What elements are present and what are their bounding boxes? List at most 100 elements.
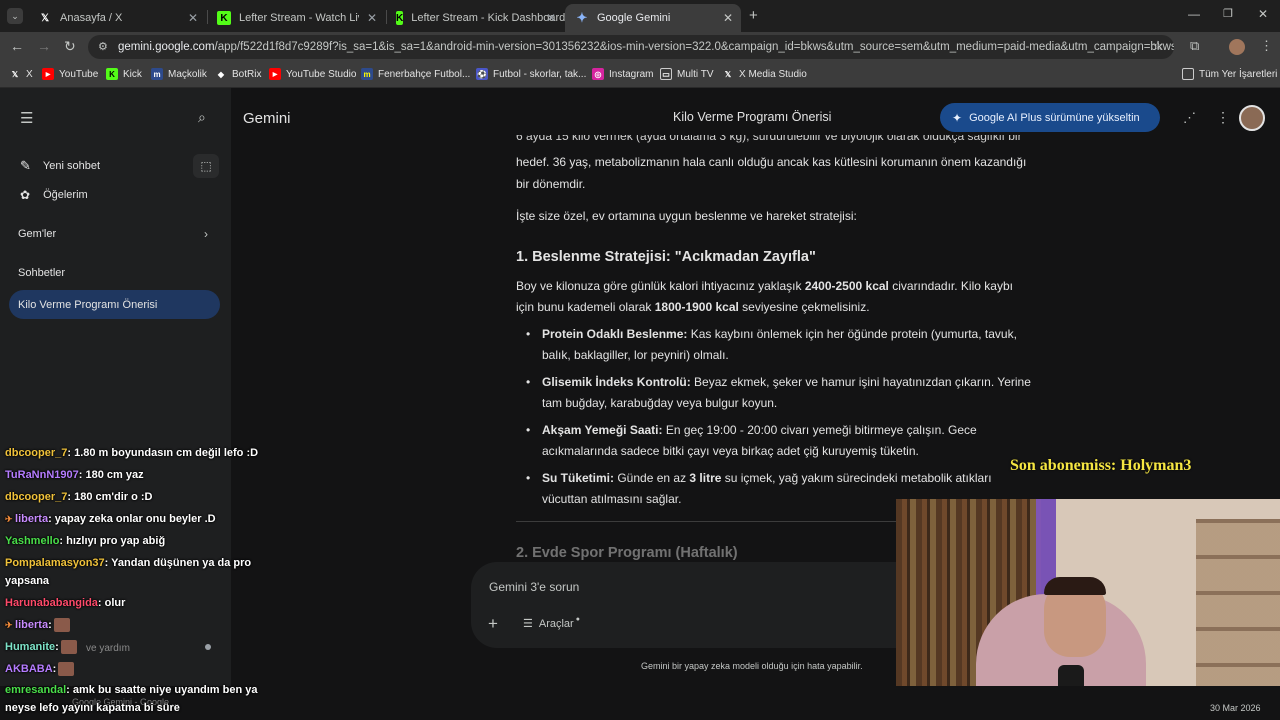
tab-kick-live[interactable]: K Lefter Stream - Watch Live on K ✕	[207, 4, 385, 32]
tv-icon: ▭	[660, 68, 672, 80]
bookmark-x-media-studio[interactable]: 𝕏X Media Studio	[722, 68, 807, 80]
more-options-icon[interactable]: ⋮	[1216, 109, 1230, 126]
back-icon[interactable]: ←	[10, 38, 24, 54]
botrix-icon: ◆	[217, 69, 225, 79]
search-icon[interactable]: ⌕	[198, 109, 206, 126]
reload-icon[interactable]: ↻	[64, 38, 76, 55]
strategy-intro: İşte size özel, ev ortamına uygun beslen…	[516, 209, 857, 223]
kick-logo-icon: K	[217, 11, 231, 25]
new-tab-icon[interactable]: +	[749, 7, 758, 24]
share-icon[interactable]: ⋰	[1183, 110, 1196, 126]
fb-icon: m	[361, 68, 373, 80]
bookmark-instagram[interactable]: ◎ Instagram	[592, 68, 653, 80]
flashscore-icon: ⚽	[476, 68, 488, 80]
browser-tab-strip: ⌄ 𝕏 Anasayfa / X ✕ K Lefter Stream - Wat…	[0, 0, 1280, 32]
chat-message: neyse lefo yayını kapatma bi süre	[5, 702, 180, 714]
badge-icon: ✈	[5, 514, 16, 524]
page-title: Kilo Verme Programı Önerisi	[673, 110, 832, 124]
tune-icon: ☰	[523, 618, 533, 630]
browser-menu-icon[interactable]: ⋮	[1260, 38, 1273, 54]
restore-icon[interactable]: ❐	[1223, 7, 1233, 20]
address-bar[interactable]: ⚙ gemini.google.com/app/f522d1f8d7c9289f…	[88, 35, 1174, 59]
bookmark-botrix[interactable]: ◆ BotRix	[215, 68, 262, 80]
edit-icon: ✎	[20, 158, 31, 173]
tools-button[interactable]: ☰ Araçlar ●	[523, 616, 580, 630]
kick-logo-icon: K	[106, 68, 118, 80]
gemini-logo-icon: ✦	[576, 10, 588, 25]
badge-icon: ✈	[5, 619, 16, 630]
browser-toolbar: ← → ↻ ⚙ gemini.google.com/app/f522d1f8d7…	[0, 32, 1280, 62]
prompt-input[interactable]: Gemini 3'e sorun	[489, 580, 579, 594]
bookmark-star-icon[interactable]: ☆	[1152, 38, 1164, 54]
tab-label: Lefter Stream - Kick Dashboard	[411, 12, 566, 24]
folder-icon	[1182, 68, 1194, 80]
tab-list-dropdown-icon[interactable]: ⌄	[7, 8, 23, 24]
chat-message: emresandal: amk bu saatte niye uyandım b…	[5, 684, 258, 696]
sparkle-icon: ✦	[952, 110, 963, 125]
subscriber-banner: Son abonemiss: Holyman3	[1010, 457, 1192, 474]
user-avatar[interactable]	[1239, 105, 1265, 131]
close-tab-icon[interactable]: ✕	[546, 11, 556, 25]
taskbar-date: 30 Mar 2026	[1210, 703, 1261, 713]
add-attachment-icon[interactable]: +	[488, 614, 498, 634]
window-close-icon[interactable]: ✕	[1258, 7, 1268, 21]
intro-line-2: hedef. 36 yaş, metabolizmanın hala canlı…	[516, 155, 1027, 169]
tab-label: Lefter Stream - Watch Live on K	[239, 12, 359, 24]
minimize-icon[interactable]: —	[1188, 7, 1200, 21]
emote-icon	[60, 640, 77, 654]
bookmark-youtube[interactable]: ▶ YouTube	[42, 68, 98, 80]
profile-avatar[interactable]	[1229, 39, 1245, 55]
items-icon: ✿	[20, 188, 31, 202]
sidebar-item-active-chat[interactable]: Kilo Verme Programı Önerisi	[9, 290, 220, 319]
app-name: Gemini	[243, 110, 291, 127]
close-tab-icon[interactable]: ✕	[188, 11, 198, 25]
chat-message: ✈ liberta: yapay zeka onlar onu beyler .…	[5, 513, 216, 525]
chat-message: dbcooper_7: 180 cm'dir o :D	[5, 491, 153, 503]
chat-message: TuRaNnN1907: 180 cm yaz	[5, 469, 144, 481]
bookmark-fenerbahce[interactable]: m Fenerbahçe Futbol...	[361, 68, 470, 80]
close-tab-icon[interactable]: ✕	[723, 11, 733, 25]
new-chat-button[interactable]: ✎ Yeni sohbet	[20, 158, 100, 174]
streamer-hair	[1044, 577, 1106, 595]
chats-heading: Sohbetler	[18, 267, 66, 279]
section-1-heading: 1. Beslenme Stratejisi: "Acıkmadan Zayıf…	[516, 249, 816, 265]
chat-message: Humanite:	[5, 640, 77, 654]
chat-message: Yashmello: hızlıyı pro yap abiğ	[5, 535, 166, 547]
x-logo-icon: 𝕏	[724, 69, 732, 79]
x-logo-icon: 𝕏	[11, 69, 19, 79]
gems-section[interactable]: Gem'ler	[18, 228, 56, 240]
site-settings-icon[interactable]: ⚙	[98, 40, 108, 53]
menu-icon[interactable]: ☰	[20, 109, 33, 127]
instagram-icon: ◎	[592, 68, 604, 80]
extensions-icon[interactable]: ⧉	[1190, 38, 1199, 54]
tab-x-home[interactable]: 𝕏 Anasayfa / X ✕	[28, 4, 206, 32]
calorie-paragraph-line1: Boy ve kilonuza göre günlük kalori ihtiy…	[516, 279, 1013, 293]
intro-line-3: bir dönemdir.	[516, 177, 586, 191]
notification-dot: ●	[575, 616, 580, 623]
chat-message: Harunababangida: olur	[5, 597, 126, 609]
chat-message: Pompalamasyon37: Yandan düşünen ya da pr…	[5, 557, 252, 569]
close-tab-icon[interactable]: ✕	[367, 11, 377, 25]
webcam-feed	[896, 499, 1280, 705]
bookmark-x[interactable]: 𝕏X	[9, 68, 33, 80]
all-bookmarks[interactable]: Tüm Yer İşaretleri	[1182, 68, 1277, 80]
temporary-chat-icon[interactable]: ⬚	[193, 154, 219, 178]
my-items-button[interactable]: ✿ Öğelerim	[20, 188, 88, 202]
forward-icon[interactable]: →	[37, 38, 51, 54]
calorie-paragraph-line2: için bunu kademeli olarak 1800-1900 kcal…	[516, 300, 870, 314]
tab-kick-dashboard[interactable]: K Lefter Stream - Kick Dashboard ✕	[386, 4, 566, 32]
bookmark-multitv[interactable]: ▭ Multi TV	[660, 68, 714, 80]
bookmark-flashscore[interactable]: ⚽ Futbol - skorlar, tak...	[476, 68, 586, 80]
emote-icon	[58, 662, 75, 676]
stream-chat-overlay: dbcooper_7: 1.80 m boyundasın cm değil l…	[0, 443, 280, 720]
kick-logo-icon: K	[396, 11, 404, 25]
tab-label: Anasayfa / X	[60, 12, 123, 24]
emote-icon	[53, 618, 70, 632]
tab-gemini[interactable]: ✦ Google Gemini ✕	[565, 4, 741, 32]
bookmark-kick[interactable]: K Kick	[106, 68, 142, 80]
x-logo-icon: 𝕏	[40, 12, 50, 24]
bookmark-mackolik[interactable]: m Maçkolik	[151, 68, 207, 80]
bookmark-youtube-studio[interactable]: ▶ YouTube Studio	[269, 68, 356, 80]
chevron-right-icon[interactable]: ›	[204, 227, 208, 241]
upgrade-button[interactable]: ✦ Google AI Plus sürümüne yükseltin	[940, 103, 1160, 132]
